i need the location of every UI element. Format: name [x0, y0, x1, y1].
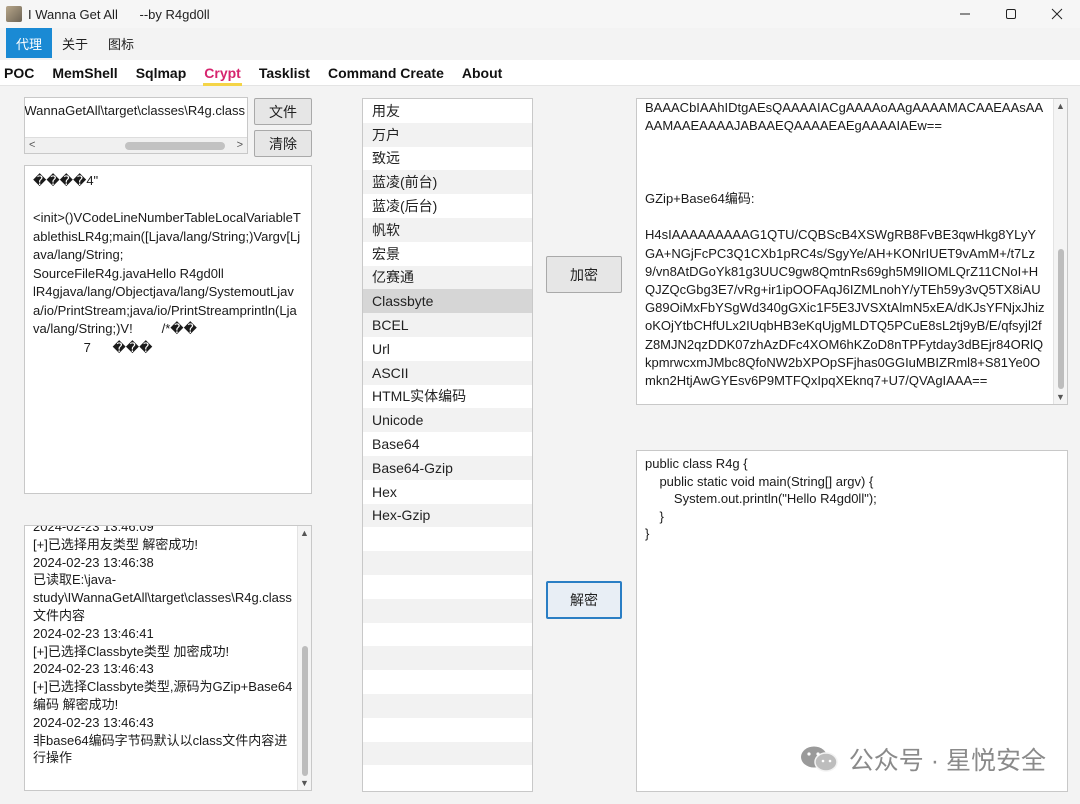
log-panel[interactable]: 2024-02-23 13:46:09 [+]已选择用友类型 解密成功! 202… [24, 525, 312, 791]
list-item[interactable]: 帆软 [363, 217, 532, 242]
file-path-field[interactable]: E:\java-study\IWannaGetAll\target\classe… [24, 97, 248, 154]
list-empty-row [363, 551, 532, 575]
path-horizontal-scrollbar[interactable]: < > [25, 137, 247, 153]
file-path-value: E:\java-study\IWannaGetAll\target\classe… [25, 103, 245, 118]
class-bytes-preview[interactable]: ����4" <init>()VCodeLineNumberTableLocal… [24, 165, 312, 494]
list-empty-row [363, 693, 532, 718]
list-item[interactable]: Unicode [363, 408, 532, 433]
window-title: I Wanna Get All --by R4gd0ll [28, 6, 210, 22]
list-empty-row [363, 575, 532, 599]
encrypt-output-text: BAAACbIAAhIDtgAEsQAAAAIACgAAAAoAAgAAAAMA… [645, 100, 1045, 389]
maximize-button[interactable] [988, 0, 1034, 28]
file-path-input[interactable]: E:\java-study\IWannaGetAll\target\classe… [25, 103, 245, 118]
list-empty-row [363, 527, 532, 551]
list-empty-row [363, 646, 532, 671]
encrypt-output[interactable]: BAAACbIAAhIDtgAEsQAAAAIACgAAAAoAAgAAAAMA… [636, 98, 1068, 405]
crypt-type-list[interactable]: 用友 万户 致远 蓝凌(前台) 蓝凌(后台) 帆软 宏景 亿赛通 Classby… [362, 98, 533, 792]
log-text: 2024-02-23 13:46:09 [+]已选择用友类型 解密成功! 202… [33, 525, 293, 766]
tab-tasklist[interactable]: Tasklist [250, 60, 319, 86]
menu-icon[interactable]: 图标 [98, 28, 144, 58]
watermark-text: 公众号 · 星悦安全 [848, 747, 1046, 775]
minimize-icon [960, 13, 970, 15]
menu-bar: 代理 关于 图标 [0, 28, 1080, 58]
list-empty-row [363, 670, 532, 694]
output-vertical-scrollbar[interactable]: ▲ ▼ [1053, 99, 1067, 404]
watermark: 公众号 · 星悦安全 [799, 741, 1046, 777]
file-button[interactable]: 文件 [254, 98, 312, 125]
list-item[interactable]: Url [363, 337, 532, 361]
list-item[interactable]: Hex-Gzip [363, 503, 532, 528]
list-item[interactable]: ASCII [363, 360, 532, 385]
tab-sqlmap[interactable]: Sqlmap [127, 60, 196, 86]
output-scroll-thumb[interactable] [1058, 249, 1064, 389]
list-item[interactable]: Hex [363, 480, 532, 504]
decrypt-button[interactable]: 解密 [546, 581, 622, 619]
list-item-selected[interactable]: Classbyte [363, 289, 532, 314]
list-item[interactable]: 亿赛通 [363, 265, 532, 290]
wechat-icon [800, 746, 838, 772]
list-item[interactable]: HTML实体编码 [363, 385, 532, 409]
scroll-up-icon[interactable]: ▲ [300, 528, 309, 538]
scroll-up-icon[interactable]: ▲ [1056, 101, 1065, 111]
list-item[interactable]: 蓝凌(后台) [363, 194, 532, 218]
list-empty-row [363, 765, 532, 789]
list-empty-row [363, 718, 532, 742]
clear-button[interactable]: 清除 [254, 130, 312, 157]
close-icon [1051, 8, 1063, 20]
list-item[interactable]: 用友 [363, 99, 532, 123]
menu-about[interactable]: 关于 [52, 28, 98, 58]
window-controls [942, 0, 1080, 28]
list-empty-row [363, 741, 532, 766]
log-scroll-thumb[interactable] [302, 646, 308, 776]
app-icon [6, 6, 22, 22]
scroll-down-icon[interactable]: ▼ [300, 778, 309, 788]
list-item[interactable]: Base64 [363, 432, 532, 456]
list-item[interactable]: 万户 [363, 122, 532, 147]
tab-crypt[interactable]: Crypt [195, 60, 250, 86]
encrypt-button[interactable]: 加密 [546, 256, 622, 293]
tab-bar: POC MemShell Sqlmap Crypt Tasklist Comma… [0, 60, 1080, 86]
minimize-button[interactable] [942, 0, 988, 28]
list-item[interactable]: 宏景 [363, 242, 532, 266]
list-item[interactable]: 蓝凌(前台) [363, 170, 532, 195]
tab-poc[interactable]: POC [0, 60, 43, 86]
list-empty-row [363, 598, 532, 623]
path-scroll-thumb[interactable] [125, 142, 225, 150]
list-empty-row [363, 623, 532, 647]
tab-memshell[interactable]: MemShell [43, 60, 126, 86]
close-button[interactable] [1034, 0, 1080, 28]
list-item[interactable]: 致远 [363, 147, 532, 171]
scroll-down-icon[interactable]: ▼ [1056, 392, 1065, 402]
log-vertical-scrollbar[interactable]: ▲ ▼ [297, 526, 311, 790]
title-bar: I Wanna Get All --by R4gd0ll [0, 0, 1080, 28]
tab-about[interactable]: About [453, 60, 511, 86]
scroll-left-icon[interactable]: < [29, 139, 35, 151]
maximize-icon [1006, 9, 1016, 19]
list-item[interactable]: BCEL [363, 313, 532, 337]
list-item[interactable]: Base64-Gzip [363, 455, 532, 480]
menu-proxy[interactable]: 代理 [6, 28, 53, 58]
tab-command-create[interactable]: Command Create [319, 60, 453, 86]
scroll-right-icon[interactable]: > [237, 139, 243, 151]
